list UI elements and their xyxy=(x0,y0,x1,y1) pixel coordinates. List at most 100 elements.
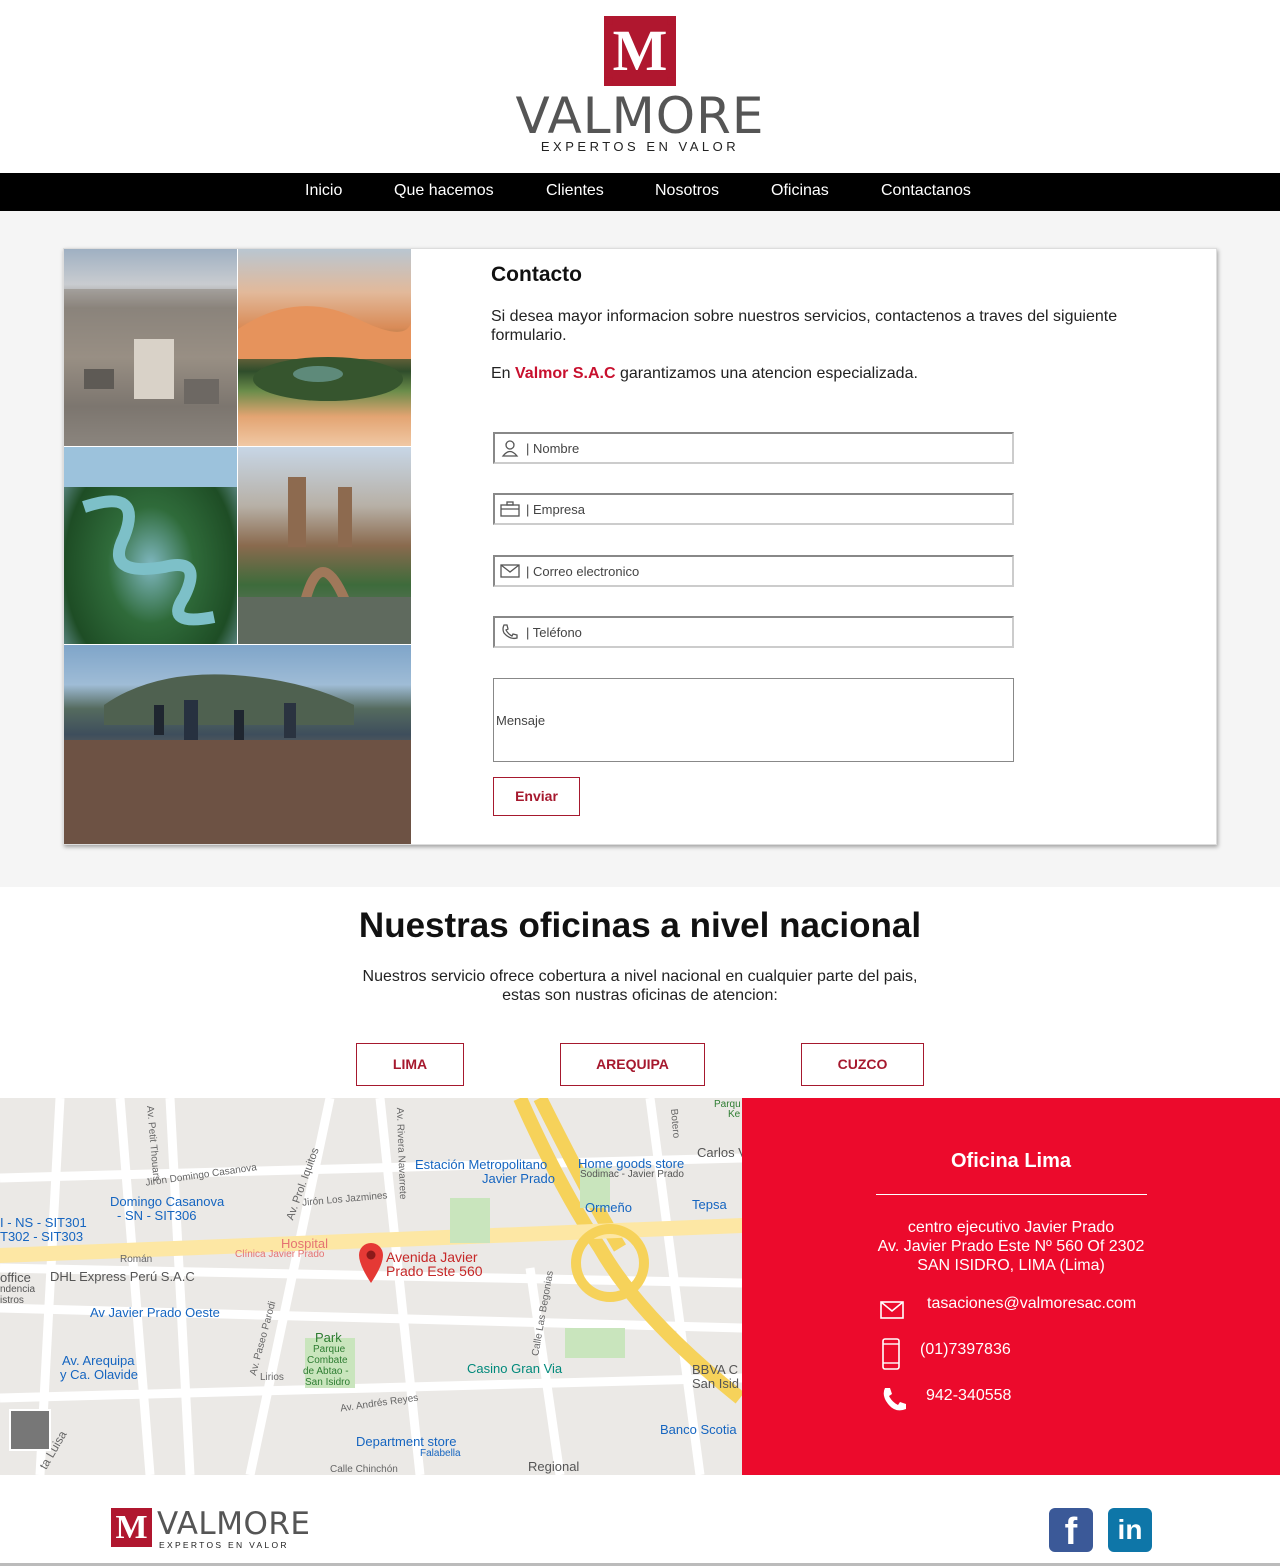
map-label: Domingo Casanova xyxy=(110,1194,225,1209)
map-label: Javier Prado xyxy=(482,1171,555,1186)
offices-description: Nuestros servicio ofrece cobertura a niv… xyxy=(340,967,940,1005)
mobile-icon xyxy=(882,1338,900,1370)
email-field[interactable]: | Correo electronico xyxy=(493,555,1014,587)
map-label: Tepsa xyxy=(692,1197,727,1212)
mail-icon xyxy=(880,1301,904,1319)
map-label: Regional xyxy=(528,1459,580,1474)
nav-item-oficinas[interactable]: Oficinas xyxy=(771,182,829,200)
map-label: Estación Metropolitano xyxy=(415,1157,548,1172)
office-address-line-2: Av. Javier Prado Este Nº 560 Of 2302 xyxy=(877,1238,1145,1255)
guarantee-prefix: En xyxy=(491,365,516,382)
guarantee-suffix: garantizamos una atencion especializada. xyxy=(615,365,918,382)
map-label: T302 - SIT303 xyxy=(0,1229,84,1244)
company-field[interactable]: | Empresa xyxy=(493,493,1014,525)
briefcase-icon xyxy=(500,501,520,517)
map-label: Calle Chinchón xyxy=(330,1464,398,1475)
offices-description-line-2: estas son nustras oficinas de atencion: xyxy=(502,987,778,1004)
map-pin-label: Avenida Javier Prado Este 560 xyxy=(386,1250,483,1278)
city-button-cuzco[interactable]: CUZCO xyxy=(801,1043,924,1086)
map-label: Park xyxy=(315,1330,342,1345)
message-placeholder: Mensaje xyxy=(496,713,546,728)
offices-description-line-1: Nuestros servicio ofrece cobertura a niv… xyxy=(362,968,918,985)
logo-mark-letter: M xyxy=(612,18,668,83)
photo-tacna-arch xyxy=(238,447,411,644)
office-address-line-1: centro ejecutivo Javier Prado xyxy=(907,1219,1115,1236)
phone-field[interactable]: | Teléfono xyxy=(493,616,1014,648)
linkedin-icon[interactable]: in xyxy=(1108,1508,1152,1552)
photo-amazon-river xyxy=(64,447,237,644)
phone-placeholder: | Teléfono xyxy=(526,625,582,640)
contact-title: Contacto xyxy=(491,263,582,286)
office-info-panel: Oficina Lima centro ejecutivo Javier Pra… xyxy=(742,1098,1280,1475)
logo-tagline: EXPERTOS EN VALOR xyxy=(540,139,740,154)
map-label: Av. Arequipa xyxy=(62,1353,135,1368)
message-textarea[interactable]: Mensaje xyxy=(493,678,1014,762)
map-label: I - NS - SIT301 xyxy=(0,1215,87,1230)
map-label: Román xyxy=(120,1254,153,1265)
office-title: Oficina Lima xyxy=(950,1150,1072,1172)
phone-handset-icon xyxy=(883,1388,906,1411)
map-label: Combate xyxy=(307,1355,348,1366)
map-label: ndencia xyxy=(0,1284,36,1295)
footer-logo-wordmark[interactable]: VALMORE xyxy=(157,1506,310,1542)
facebook-icon[interactable]: f xyxy=(1049,1508,1093,1553)
map-label: Sodimac - Javier Prado xyxy=(580,1169,684,1180)
city-button-lima[interactable]: LIMA xyxy=(356,1043,464,1086)
office-address: centro ejecutivo Javier Prado Av. Javier… xyxy=(742,1218,1280,1275)
map-label: DHL Express Perú S.A.C xyxy=(50,1269,195,1284)
footer-logo-mark[interactable]: M xyxy=(111,1508,152,1547)
map-label: Banco Scotia xyxy=(660,1422,737,1437)
map-label: de Abtao - xyxy=(303,1366,349,1377)
logo-wordmark[interactable]: VALMORE xyxy=(490,88,790,144)
nav-item-contactanos[interactable]: Contactanos xyxy=(881,182,971,200)
user-icon xyxy=(501,440,519,457)
nav-item-que-hacemos[interactable]: Que hacemos xyxy=(394,182,494,200)
phone-icon xyxy=(502,624,518,640)
map-label: Clínica Javier Prado xyxy=(235,1249,325,1260)
envelope-icon xyxy=(500,564,520,578)
nav-item-inicio[interactable]: Inicio xyxy=(305,182,342,200)
nav-item-nosotros[interactable]: Nosotros xyxy=(655,182,719,200)
map-label: istros xyxy=(0,1295,24,1306)
office-mobile[interactable]: 942-340558 xyxy=(926,1387,1011,1405)
nav-item-clientes[interactable]: Clientes xyxy=(546,182,604,200)
map-label: BBVA C xyxy=(692,1362,739,1377)
name-placeholder: | Nombre xyxy=(526,441,580,456)
photo-desert-oasis xyxy=(238,249,411,446)
map-label: Casino Gran Via xyxy=(467,1361,563,1376)
map-pin-label-line-2: Prado Este 560 xyxy=(386,1263,483,1279)
map-label: y Ca. Olavide xyxy=(60,1367,139,1382)
map-label: Carlos V xyxy=(697,1145,742,1160)
map-label: Parque xyxy=(313,1344,346,1355)
contact-guarantee: En Valmor S.A.C garantizamos una atencio… xyxy=(491,365,918,383)
city-button-arequipa[interactable]: AREQUIPA xyxy=(560,1043,705,1086)
guarantee-brand: Valmor S.A.C xyxy=(515,365,616,382)
contact-intro: Si desea mayor informacion sobre nuestro… xyxy=(491,308,1118,344)
map-label: Lirios xyxy=(260,1372,284,1383)
map-label: office xyxy=(0,1270,31,1285)
map-pin-label-line-1: Avenida Javier xyxy=(386,1249,478,1265)
map-label: Ormeño xyxy=(585,1200,632,1215)
map-label: Av Javier Prado Oeste xyxy=(90,1305,220,1320)
office-map[interactable]: Avenida Javier Prado Este 560 Estación M… xyxy=(0,1098,742,1475)
map-label: San Isidro xyxy=(305,1377,351,1388)
photo-city-aerial xyxy=(64,249,237,446)
send-button[interactable]: Enviar xyxy=(493,777,580,816)
site-header: M VALMORE EXPERTOS EN VALOR xyxy=(0,0,1280,173)
office-address-line-3: SAN ISIDRO, LIMA (Lima) xyxy=(917,1257,1105,1274)
photo-collage xyxy=(64,249,411,844)
footer-logo-letter: M xyxy=(115,1509,148,1546)
photo-lima-skyline xyxy=(64,645,411,844)
name-field[interactable]: | Nombre xyxy=(493,432,1014,464)
office-divider xyxy=(876,1194,1147,1195)
company-placeholder: | Empresa xyxy=(526,502,586,517)
logo-mark[interactable]: M xyxy=(604,16,676,86)
map-streets xyxy=(0,1098,742,1475)
map-pin-icon[interactable] xyxy=(359,1243,383,1283)
contact-card: Contacto Si desea mayor informacion sobr… xyxy=(63,248,1217,845)
map-label: - SN - SIT306 xyxy=(117,1208,197,1223)
office-email[interactable]: tasaciones@valmoresac.com xyxy=(927,1295,1136,1313)
office-phone[interactable]: (01)7397836 xyxy=(920,1341,1011,1359)
map-label: Department store xyxy=(356,1434,457,1449)
map-label: Ke xyxy=(728,1109,741,1120)
